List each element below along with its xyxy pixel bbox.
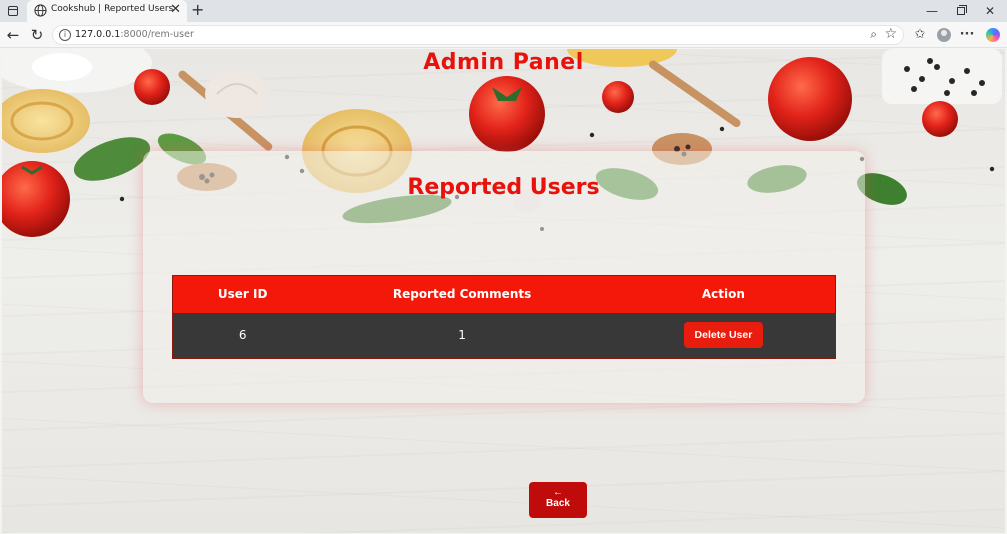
url-field[interactable]: i 127.0.0.1:8000/rem-user ⌕ ☆ — [52, 25, 904, 45]
back-arrow-glyph: ← — [553, 487, 563, 498]
table-row: 6 1 Delete User — [172, 312, 836, 359]
address-toolbar: ← ↻ i 127.0.0.1:8000/rem-user ⌕ ☆ ✩ ··· — [0, 22, 1007, 48]
admin-panel-title: Admin Panel — [423, 50, 584, 75]
plus-icon[interactable]: + — [191, 1, 204, 19]
tab-bar: Cookshub | Reported Users ✕ + — ✕ — [0, 0, 1007, 22]
back-button-label: Back — [546, 498, 570, 509]
close-icon[interactable]: ✕ — [170, 2, 181, 18]
browser-tab[interactable]: Cookshub | Reported Users ✕ — [27, 0, 187, 22]
back-arrow-icon[interactable]: ← — [4, 26, 22, 44]
cell-user-id: 6 — [172, 312, 313, 359]
minimize-icon[interactable]: — — [922, 2, 942, 20]
zoom-icon[interactable]: ⌕ — [870, 27, 877, 42]
window-close-icon[interactable]: ✕ — [980, 2, 1000, 20]
url-text: 127.0.0.1:8000/rem-user — [75, 29, 194, 40]
delete-user-button[interactable]: Delete User — [683, 322, 764, 349]
tab-title: Cookshub | Reported Users — [51, 4, 174, 14]
favorites-icon[interactable]: ✩ — [911, 26, 929, 44]
profile-icon[interactable] — [935, 26, 953, 44]
page-title: Reported Users — [407, 175, 600, 200]
sidebar-icon[interactable] — [5, 3, 21, 19]
header-action: Action — [611, 275, 836, 313]
url-path: :8000/rem-user — [120, 29, 194, 40]
star-icon[interactable]: ☆ — [884, 26, 897, 42]
cell-reported-comments: 1 — [312, 312, 612, 359]
cell-action: Delete User — [611, 312, 836, 359]
back-button[interactable]: ← Back — [529, 482, 587, 518]
reported-users-table: User ID Reported Comments Action 6 1 Del… — [172, 275, 836, 359]
copilot-icon[interactable] — [984, 26, 1002, 44]
restore-icon[interactable] — [951, 2, 971, 20]
reload-icon[interactable]: ↻ — [28, 26, 46, 44]
table-header-row: User ID Reported Comments Action — [172, 275, 836, 313]
globe-icon — [34, 4, 47, 17]
header-reported-comments: Reported Comments — [312, 275, 612, 313]
header-user-id: User ID — [172, 275, 313, 313]
page-viewport: Admin Panel Reported Users User ID Repor… — [2, 49, 1005, 533]
more-icon[interactable]: ··· — [958, 26, 976, 44]
info-icon[interactable]: i — [59, 29, 71, 41]
url-host: 127.0.0.1 — [75, 29, 121, 40]
